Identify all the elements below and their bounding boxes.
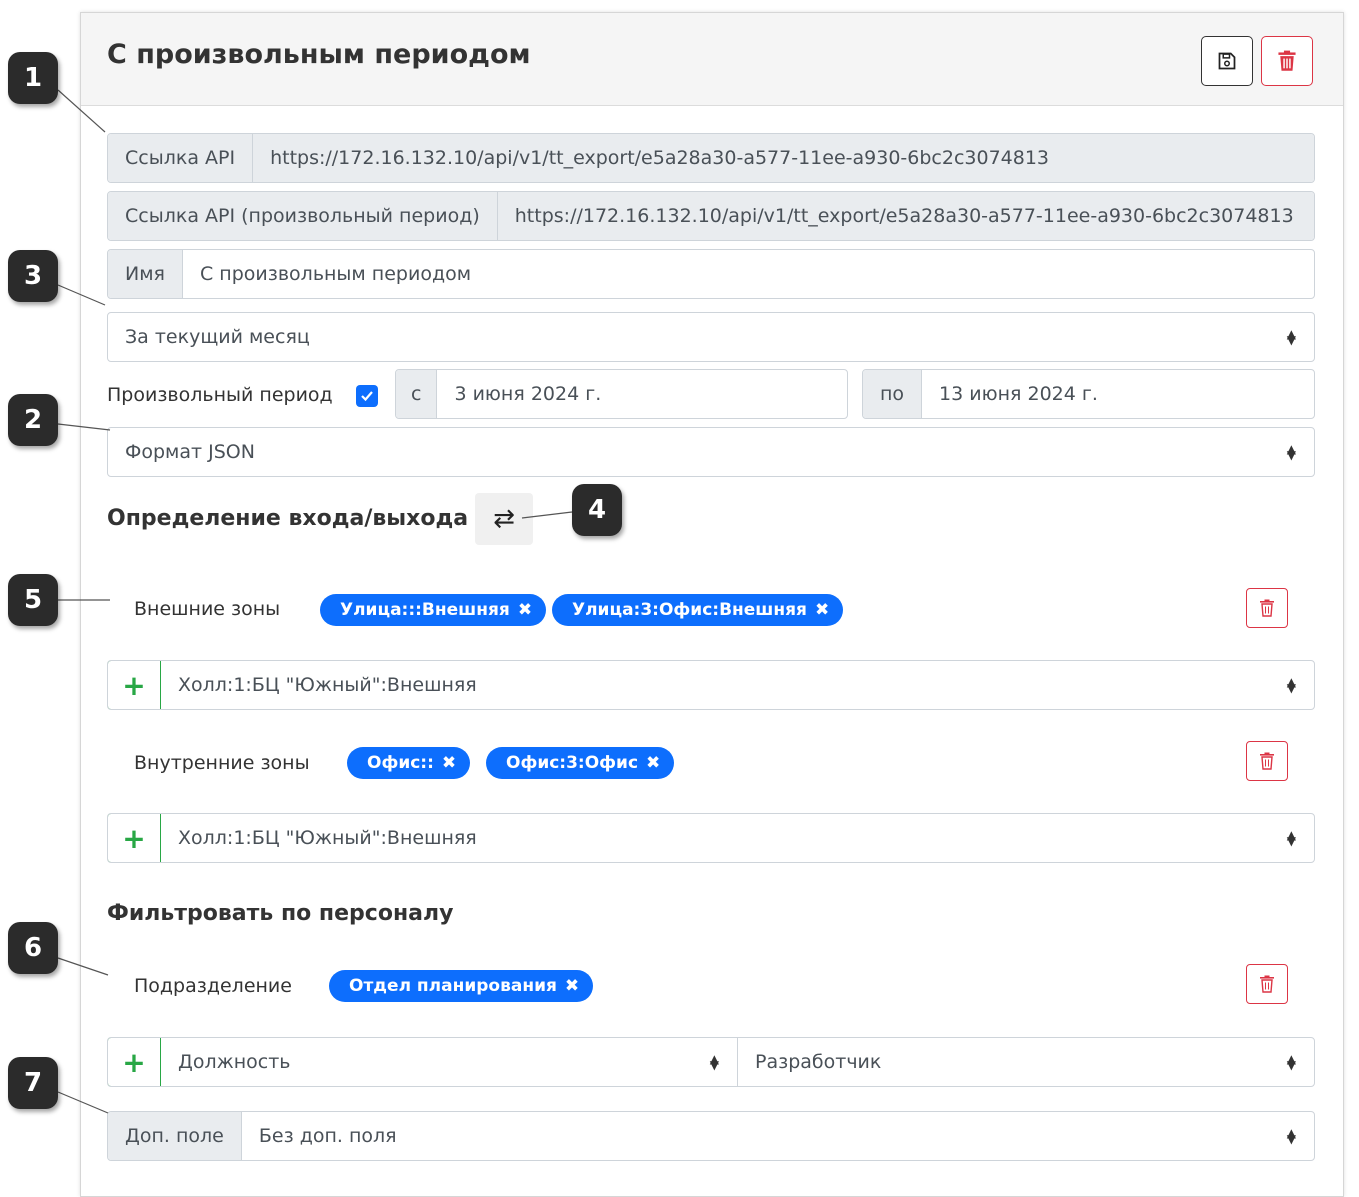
inner-zone-add-row: + Холл:1:БЦ "Южный":Внешняя ▲ ▼ xyxy=(107,813,1315,863)
zone-tag[interactable]: Улица:::Внешняя ✖ xyxy=(320,594,547,626)
zone-tag-label: Улица:::Внешняя xyxy=(340,600,510,620)
callout-badge-1: 1 xyxy=(8,52,58,104)
delete-outer-zones-button[interactable] xyxy=(1246,588,1288,628)
select-arrows-icon: ▲ ▼ xyxy=(1286,442,1296,462)
callout-badge-6: 6 xyxy=(8,922,58,974)
remove-tag-icon[interactable]: ✖ xyxy=(646,753,660,773)
staff-filter-title: Фильтровать по персоналу xyxy=(107,901,454,926)
trash-icon xyxy=(1278,50,1296,71)
extra-field-label: Доп. поле xyxy=(108,1112,242,1160)
remove-tag-icon[interactable]: ✖ xyxy=(518,600,532,620)
plus-icon: + xyxy=(122,1045,146,1079)
card-title: С произвольным периодом xyxy=(107,39,531,70)
add-outer-zone-button[interactable]: + xyxy=(108,661,161,709)
date-to-label: по xyxy=(863,370,923,418)
period-select[interactable]: За текущий месяц ▲ ▼ xyxy=(107,312,1315,362)
api-custom-link-group: Ссылка API (произвольный период) https:/… xyxy=(107,191,1315,241)
zone-tag[interactable]: Улица:3:Офис:Внешняя ✖ xyxy=(552,594,844,626)
zone-tag[interactable]: Офис:: ✖ xyxy=(347,747,471,779)
name-field-group: Имя С произвольным периодом xyxy=(107,249,1315,299)
add-inner-zone-button[interactable]: + xyxy=(108,814,161,862)
save-button[interactable] xyxy=(1201,36,1253,86)
staff-value-select[interactable]: Разработчик ▲ ▼ xyxy=(738,1038,1314,1086)
save-icon xyxy=(1218,52,1236,70)
api-custom-link-value[interactable]: https://172.16.132.10/api/v1/tt_export/e… xyxy=(497,192,1314,240)
name-label: Имя xyxy=(108,250,183,298)
date-to-group: по 13 июня 2024 г. xyxy=(862,369,1315,419)
outer-zone-select[interactable]: Холл:1:БЦ "Южный":Внешняя ▲ ▼ xyxy=(161,661,1314,709)
plus-icon: + xyxy=(122,668,146,702)
callout-badge-3: 3 xyxy=(8,250,58,302)
extra-field-select[interactable]: Без доп. поля ▲ ▼ xyxy=(242,1112,1314,1160)
api-link-value[interactable]: https://172.16.132.10/api/v1/tt_export/e… xyxy=(253,134,1314,182)
select-arrows-icon: ▲ ▼ xyxy=(1286,1052,1296,1072)
callout-badge-2: 2 xyxy=(8,394,58,446)
entry-exit-title: Определение входа/выхода xyxy=(107,506,469,531)
card-header: С произвольным периодом xyxy=(81,13,1343,106)
format-select-value: Формат JSON xyxy=(125,441,255,463)
add-staff-filter-button[interactable]: + xyxy=(108,1038,161,1086)
custom-period-label: Произвольный период xyxy=(107,384,333,406)
callout-badge-5: 5 xyxy=(8,574,58,626)
zone-tag[interactable]: Офис:3:Офис ✖ xyxy=(486,747,675,779)
inner-zones-label: Внутренние зоны xyxy=(134,752,310,774)
department-tag[interactable]: Отдел планирования ✖ xyxy=(329,970,594,1002)
outer-zone-select-value: Холл:1:БЦ "Южный":Внешняя xyxy=(178,674,477,696)
name-input[interactable]: С произвольным периодом xyxy=(183,250,1314,298)
extra-field-select-value: Без доп. поля xyxy=(258,1125,397,1147)
select-arrows-icon: ▲ ▼ xyxy=(1286,675,1296,695)
swap-button[interactable]: ⇄ xyxy=(475,493,533,545)
api-custom-link-label: Ссылка API (произвольный период) xyxy=(108,192,498,240)
select-arrows-icon: ▲ ▼ xyxy=(1286,1126,1296,1146)
date-from-input[interactable]: 3 июня 2024 г. xyxy=(437,370,847,418)
callout-badge-7: 7 xyxy=(8,1057,58,1109)
delete-inner-zones-button[interactable] xyxy=(1246,741,1288,781)
staff-filter-add-row: + Должность ▲ ▼ Разработчик ▲ ▼ xyxy=(107,1037,1315,1087)
select-arrows-icon: ▲ ▼ xyxy=(1286,828,1296,848)
remove-tag-icon[interactable]: ✖ xyxy=(442,753,456,773)
department-label: Подразделение xyxy=(134,975,292,997)
extra-field-group: Доп. поле Без доп. поля ▲ ▼ xyxy=(107,1111,1315,1161)
date-from-group: с 3 июня 2024 г. xyxy=(395,369,848,419)
department-tag-label: Отдел планирования xyxy=(349,976,557,996)
remove-tag-icon[interactable]: ✖ xyxy=(815,600,829,620)
zone-tag-label: Офис:3:Офис xyxy=(506,753,639,773)
period-select-value: За текущий месяц xyxy=(125,326,310,348)
api-link-group: Ссылка API https://172.16.132.10/api/v1/… xyxy=(107,133,1315,183)
outer-zones-label: Внешние зоны xyxy=(134,598,281,620)
select-arrows-icon: ▲ ▼ xyxy=(709,1052,719,1072)
inner-zone-select[interactable]: Холл:1:БЦ "Южный":Внешняя ▲ ▼ xyxy=(161,814,1314,862)
zone-tag-label: Улица:3:Офис:Внешняя xyxy=(572,600,807,620)
outer-zone-add-row: + Холл:1:БЦ "Южный":Внешняя ▲ ▼ xyxy=(107,660,1315,710)
format-select[interactable]: Формат JSON ▲ ▼ xyxy=(107,427,1315,477)
select-arrows-icon: ▲ ▼ xyxy=(1286,327,1296,347)
trash-icon xyxy=(1260,599,1274,617)
staff-field-select[interactable]: Должность ▲ ▼ xyxy=(161,1038,738,1086)
custom-period-checkbox[interactable] xyxy=(356,385,378,407)
delete-button[interactable] xyxy=(1261,36,1313,86)
check-icon xyxy=(361,391,373,402)
swap-icon: ⇄ xyxy=(493,504,515,534)
remove-tag-icon[interactable]: ✖ xyxy=(565,976,579,996)
zone-tag-label: Офис:: xyxy=(367,753,434,773)
staff-field-select-value: Должность xyxy=(178,1051,291,1073)
delete-department-button[interactable] xyxy=(1246,964,1288,1004)
trash-icon xyxy=(1260,975,1274,993)
api-link-label: Ссылка API xyxy=(108,134,254,182)
date-from-label: с xyxy=(396,370,438,418)
plus-icon: + xyxy=(122,821,146,855)
date-to-input[interactable]: 13 июня 2024 г. xyxy=(922,370,1314,418)
callout-badge-4: 4 xyxy=(572,484,622,536)
trash-icon xyxy=(1260,752,1274,770)
staff-value-select-value: Разработчик xyxy=(755,1051,882,1073)
inner-zone-select-value: Холл:1:БЦ "Южный":Внешняя xyxy=(178,827,477,849)
